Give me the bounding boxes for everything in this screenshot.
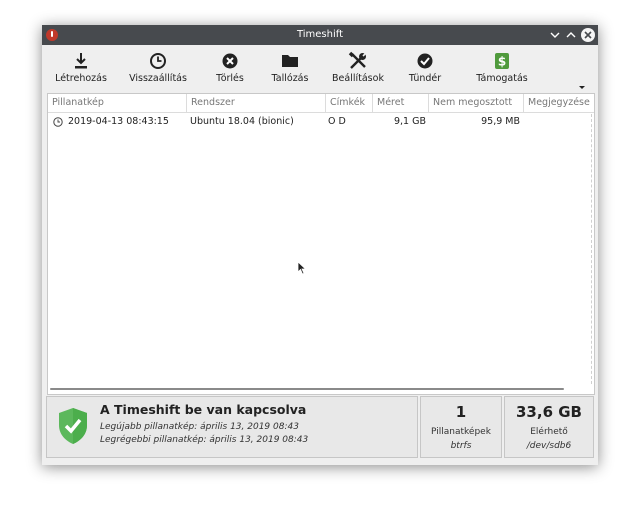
column-header-snapshot[interactable]: Pillanatkép <box>48 94 187 112</box>
browse-label: Tallózás <box>271 73 309 84</box>
folder-icon <box>282 55 298 67</box>
snapshot-count-panel: 1 Pillanatképek btrfs <box>420 396 502 458</box>
donate-label: Támogatás <box>476 73 528 84</box>
delete-button[interactable]: Törlés <box>209 51 251 91</box>
cell-snapshot: 2019-04-13 08:43:15 <box>68 116 169 127</box>
snapshot-count: 1 <box>455 403 467 421</box>
dollar-icon: $ <box>495 53 509 69</box>
settings-label: Beállítások <box>332 73 384 84</box>
clock-icon <box>53 117 63 127</box>
column-header-comment[interactable]: Megjegyzése <box>524 94 594 112</box>
wizard-check-icon <box>417 53 433 69</box>
snapshot-count-label: Pillanatképek <box>431 427 491 437</box>
filesystem-type: btrfs <box>450 441 472 451</box>
cell-system: Ubuntu 18.04 (bionic) <box>190 116 294 127</box>
snapshot-list[interactable]: Pillanatkép Rendszer Címkék Méret Nem me… <box>47 93 595 395</box>
restore-button[interactable]: Visszaállítás <box>128 51 188 91</box>
column-header-unshared[interactable]: Nem megosztott <box>429 94 524 112</box>
wizard-button[interactable]: Tündér <box>405 51 445 91</box>
available-space-panel: 33,6 GB Elérhető /dev/sdb6 <box>504 396 594 458</box>
download-icon <box>75 53 87 69</box>
close-icon <box>584 31 592 39</box>
available-space-label: Elérhető <box>530 427 568 437</box>
create-button[interactable]: Létrehozás <box>52 51 110 91</box>
horizontal-scrollbar[interactable] <box>50 388 564 390</box>
main-toolbar: Létrehozás Visszaállítás Törlés Tallózás <box>42 45 598 93</box>
maximize-button[interactable] <box>563 27 579 43</box>
close-button[interactable] <box>581 28 595 42</box>
available-space: 33,6 GB <box>516 403 582 421</box>
delete-icon <box>222 53 238 69</box>
mouse-cursor-icon <box>297 261 307 275</box>
table-header: Pillanatkép Rendszer Címkék Méret Nem me… <box>48 94 594 113</box>
clock-icon <box>150 53 166 69</box>
chevron-up-icon <box>566 32 576 38</box>
status-panel: A Timeshift be van kapcsolva Legújabb pi… <box>46 396 418 458</box>
oldest-snapshot-text: Legrégebbi pillanatkép: április 13, 2019… <box>100 435 309 445</box>
device-path: /dev/sdb6 <box>526 441 572 451</box>
cell-unshared: 95,9 MB <box>481 116 520 127</box>
column-header-system[interactable]: Rendszer <box>187 94 326 112</box>
donate-button[interactable]: $ Támogatás <box>474 51 530 91</box>
wizard-label: Tündér <box>408 73 442 84</box>
tools-icon <box>348 51 366 69</box>
column-header-tags[interactable]: Címkék <box>326 94 373 112</box>
window-title: Timeshift <box>296 29 344 40</box>
restore-label: Visszaállítás <box>129 73 187 84</box>
timeshift-window: Timeshift Létrehozás Visszaállítás Törlé… <box>42 25 598 465</box>
chevron-down-icon <box>550 32 560 38</box>
cell-tags: O D <box>328 116 346 127</box>
minimize-button[interactable] <box>547 27 563 43</box>
table-row[interactable]: 2019-04-13 08:43:15 Ubuntu 18.04 (bionic… <box>48 113 594 131</box>
delete-label: Törlés <box>216 73 244 84</box>
shield-check-icon <box>59 408 87 444</box>
status-title: A Timeshift be van kapcsolva <box>100 402 307 417</box>
title-bar: Timeshift <box>42 25 598 45</box>
create-label: Létrehozás <box>55 73 107 84</box>
column-divider <box>591 114 592 384</box>
settings-button[interactable]: Beállítások <box>330 51 386 91</box>
menu-chevron-down-icon[interactable] <box>578 85 586 91</box>
svg-text:$: $ <box>498 55 506 69</box>
latest-snapshot-text: Legújabb pillanatkép: április 13, 2019 0… <box>100 422 299 432</box>
browse-button[interactable]: Tallózás <box>268 51 312 91</box>
column-header-size[interactable]: Méret <box>373 94 429 112</box>
cell-size: 9,1 GB <box>393 116 426 127</box>
